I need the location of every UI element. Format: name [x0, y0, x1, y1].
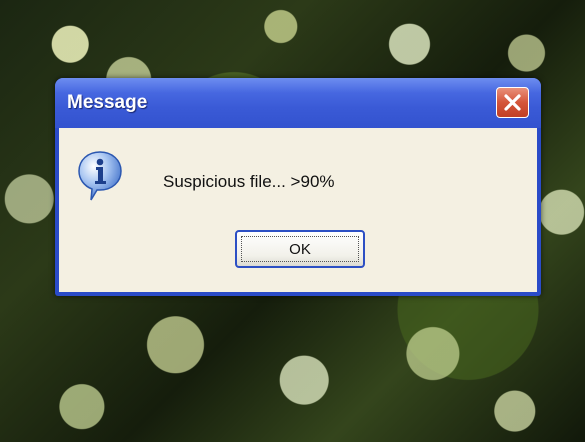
message-dialog: Message Suspicious file... >90% OK: [55, 78, 541, 296]
info-icon: [78, 151, 122, 201]
desktop-background: Message Suspicious file... >90% OK: [0, 0, 585, 442]
close-button[interactable]: [496, 87, 529, 118]
dialog-message: Suspicious file... >90%: [163, 172, 335, 191]
dialog-titlebar[interactable]: Message: [55, 78, 541, 128]
ok-button[interactable]: OK: [235, 230, 365, 268]
dialog-body: Suspicious file... >90% OK: [59, 128, 537, 292]
dialog-title: Message: [67, 92, 148, 113]
close-icon: [504, 94, 521, 111]
